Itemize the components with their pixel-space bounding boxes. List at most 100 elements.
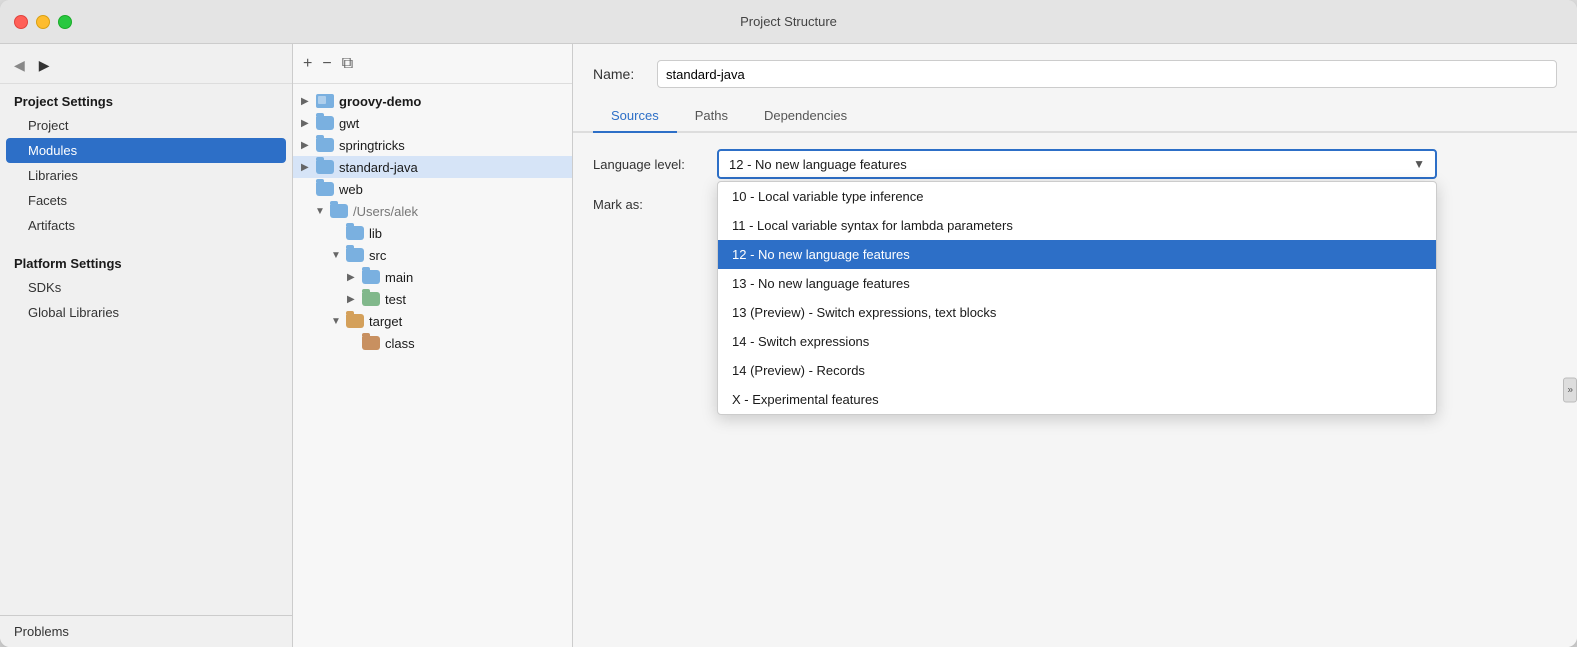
titlebar: Project Structure [0,0,1577,44]
main-content: ◀ ▶ Project Settings Project Modules Lib… [0,44,1577,647]
tree-item-root-path[interactable]: ▼ /Users/alek [293,200,572,222]
folder-icon-src [345,247,365,263]
file-tree-toolbar: + − ⧉ [293,44,572,84]
name-row: Name: [573,44,1577,100]
dropdown-trigger[interactable]: 12 - No new language features ▼ [717,149,1437,179]
right-panel: Name: Sources Paths Dependencies Languag… [573,44,1577,647]
module-icon-groovy-demo [315,93,335,109]
tree-arrow-groovy-demo: ▶ [301,96,315,107]
sidebar-item-modules[interactable]: Modules [6,138,286,163]
tree-arrow-test: ▶ [347,294,361,305]
tree-label-web: web [339,182,363,197]
folder-icon-standard-java [315,159,335,175]
minimize-button[interactable] [36,15,50,29]
tab-sources[interactable]: Sources [593,100,677,133]
tree-arrow-gwt: ▶ [301,118,315,129]
file-tree-content: ▶ groovy-demo ▶ gwt ▶ [293,84,572,647]
window-controls [14,15,72,29]
language-level-row: Language level: 12 - No new language fea… [593,149,1557,179]
project-structure-window: Project Structure ◀ ▶ Project Settings P… [0,0,1577,647]
name-label: Name: [593,66,643,82]
tree-label-classes: class [385,336,415,351]
tree-item-springtricks[interactable]: ▶ springtricks [293,134,572,156]
panel-content: Language level: 12 - No new language fea… [573,133,1577,647]
tree-item-classes[interactable]: class [293,332,572,354]
tree-item-lib[interactable]: lib [293,222,572,244]
sidebar-navigation: ◀ ▶ [0,44,292,84]
folder-icon-gwt [315,115,335,131]
sidebar-item-project[interactable]: Project [0,113,292,138]
folder-icon-main [361,269,381,285]
back-button[interactable]: ◀ [14,57,25,74]
sidebar-item-facets[interactable]: Facets [0,188,292,213]
tree-item-main[interactable]: ▶ main [293,266,572,288]
sidebar: ◀ ▶ Project Settings Project Modules Lib… [0,44,293,647]
remove-module-button[interactable]: − [322,56,331,72]
file-tree-panel: + − ⧉ ▶ groovy-demo ▶ [293,44,573,647]
tab-dependencies[interactable]: Dependencies [746,100,865,133]
tree-label-gwt: gwt [339,116,359,131]
tree-item-gwt[interactable]: ▶ gwt [293,112,572,134]
folder-icon-root [329,203,349,219]
language-level-dropdown[interactable]: 12 - No new language features ▼ 10 - Loc… [717,149,1437,179]
problems-item[interactable]: Problems [0,615,292,647]
close-button[interactable] [14,15,28,29]
dropdown-item-10[interactable]: 10 - Local variable type inference [718,182,1436,211]
tree-item-target[interactable]: ▼ target [293,310,572,332]
language-level-label: Language level: [593,157,703,172]
sidebar-spacer [0,238,292,246]
tree-item-src[interactable]: ▼ src [293,244,572,266]
dropdown-item-11[interactable]: 11 - Local variable syntax for lambda pa… [718,211,1436,240]
folder-icon-target [345,313,365,329]
folder-icon-lib [345,225,365,241]
tree-label-target: target [369,314,402,329]
tree-arrow-springtricks: ▶ [301,140,315,151]
tree-label-springtricks: springtricks [339,138,405,153]
dropdown-item-14p[interactable]: 14 (Preview) - Records [718,356,1436,385]
folder-icon-classes [361,335,381,351]
dropdown-item-12[interactable]: 12 - No new language features [718,240,1436,269]
tree-label-lib: lib [369,226,382,241]
sidebar-item-artifacts[interactable]: Artifacts [0,213,292,238]
dropdown-item-x[interactable]: X - Experimental features [718,385,1436,414]
tabs-row: Sources Paths Dependencies [573,100,1577,133]
tab-paths[interactable]: Paths [677,100,746,133]
tree-item-test[interactable]: ▶ test [293,288,572,310]
mark-as-label: Mark as: [593,197,703,212]
chevron-down-icon: ▼ [1413,157,1425,171]
tree-arrow-standard-java: ▶ [301,162,315,173]
folder-icon-springtricks [315,137,335,153]
folder-icon-web [315,181,335,197]
platform-settings-header: Platform Settings [0,246,292,275]
dropdown-menu: 10 - Local variable type inference 11 - … [717,181,1437,415]
tree-arrow-root: ▼ [315,206,329,217]
add-module-button[interactable]: + [303,56,312,72]
name-input[interactable] [657,60,1557,88]
project-settings-header: Project Settings [0,84,292,113]
tree-arrow-main: ▶ [347,272,361,283]
tree-label-main: main [385,270,413,285]
sidebar-item-global-libraries[interactable]: Global Libraries [0,300,292,325]
tree-arrow-target: ▼ [331,316,345,327]
tree-label-standard-java: standard-java [339,160,418,175]
dropdown-item-14[interactable]: 14 - Switch expressions [718,327,1436,356]
dropdown-selected-value: 12 - No new language features [729,157,907,172]
tree-label-root: /Users/alek [353,204,418,219]
dropdown-item-13p[interactable]: 13 (Preview) - Switch expressions, text … [718,298,1436,327]
maximize-button[interactable] [58,15,72,29]
window-title: Project Structure [740,14,837,29]
tree-arrow-src: ▼ [331,250,345,261]
dropdown-item-13[interactable]: 13 - No new language features [718,269,1436,298]
tree-item-web[interactable]: web [293,178,572,200]
sidebar-item-sdks[interactable]: SDKs [0,275,292,300]
tree-label-src: src [369,248,386,263]
forward-button[interactable]: ▶ [39,57,50,74]
tree-item-standard-java[interactable]: ▶ standard-java [293,156,572,178]
tree-label-test: test [385,292,406,307]
tree-label-groovy-demo: groovy-demo [339,94,421,109]
copy-module-button[interactable]: ⧉ [342,56,353,72]
sidebar-item-libraries[interactable]: Libraries [0,163,292,188]
tree-item-groovy-demo[interactable]: ▶ groovy-demo [293,90,572,112]
collapse-panel-button[interactable]: » [1563,378,1577,403]
folder-icon-test [361,291,381,307]
